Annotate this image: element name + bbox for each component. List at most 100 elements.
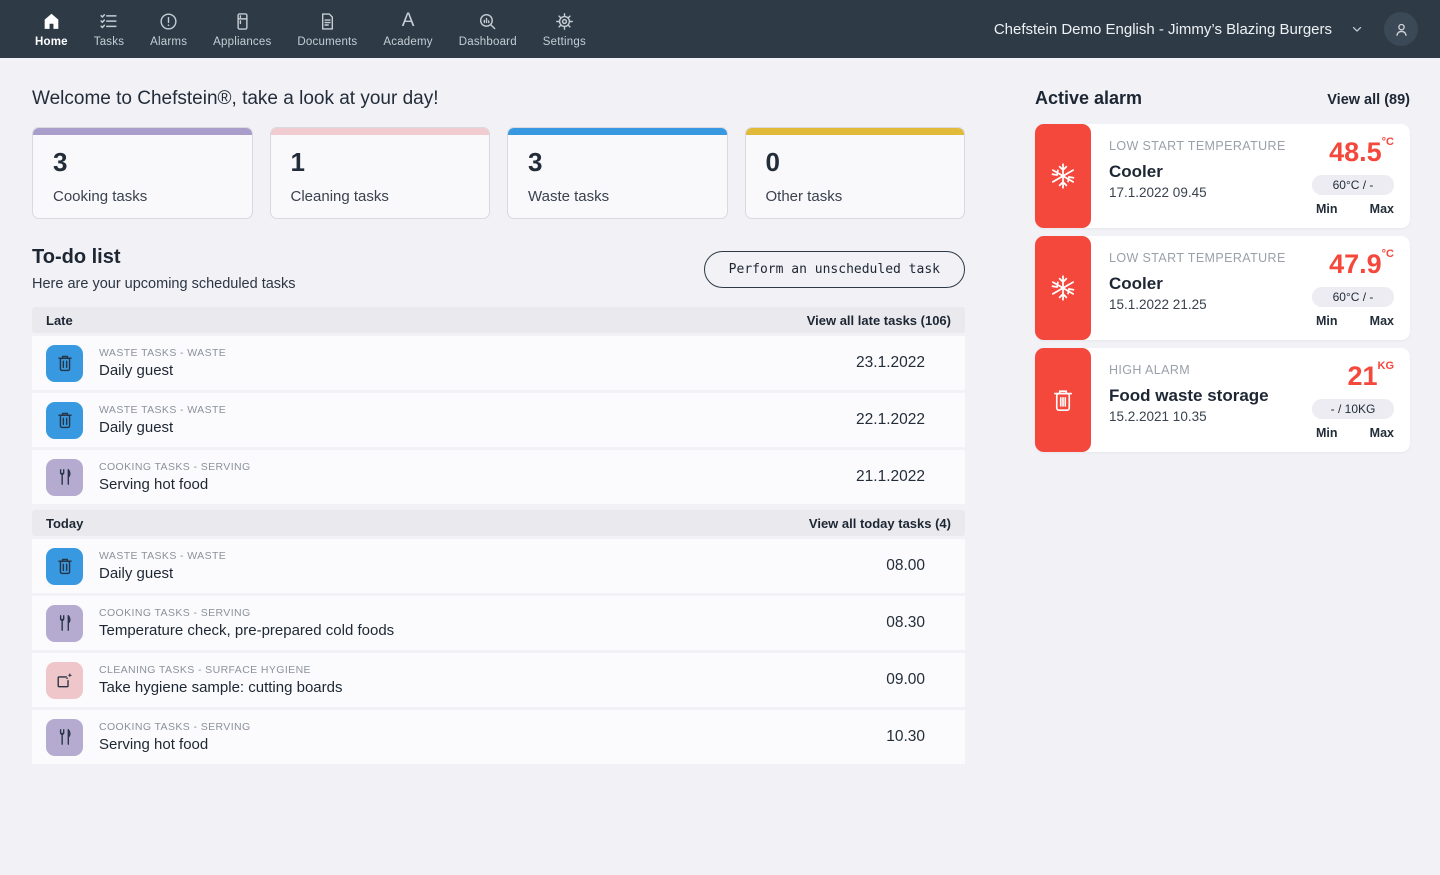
min-label: Min xyxy=(1316,426,1338,440)
nav-item-alarms[interactable]: Alarms xyxy=(137,5,200,53)
welcome-heading: Welcome to Chefstein®, take a look at yo… xyxy=(32,88,965,110)
task-category: COOKING TASKS - SERVING xyxy=(99,607,394,619)
alarm-value-unit: °C xyxy=(1382,248,1394,260)
alarm-type: LOW START TEMPERATURE xyxy=(1109,251,1298,265)
stat-card-waste[interactable]: 3 Waste tasks xyxy=(507,127,728,219)
task-time: 09.00 xyxy=(886,671,951,689)
task-row[interactable]: COOKING TASKS - SERVING Temperature chec… xyxy=(32,596,965,650)
alarm-body: LOW START TEMPERATURE Cooler 15.1.2022 2… xyxy=(1091,236,1410,340)
alarm-appliance-name: Cooler xyxy=(1109,274,1298,294)
task-category: WASTE TASKS - WASTE xyxy=(99,550,226,562)
view-all-alarms-link[interactable]: View all (89) xyxy=(1327,92,1410,108)
snowflake-icon xyxy=(1035,124,1091,228)
nav-items: Home Tasks Alarms xyxy=(22,5,599,53)
view-all-today-tasks-link[interactable]: View all today tasks (4) xyxy=(809,516,951,531)
cleaning-sparkle-icon xyxy=(46,662,83,699)
task-row[interactable]: WASTE TASKS - WASTE Daily guest 22.1.202… xyxy=(32,393,965,447)
task-category: COOKING TASKS - SERVING xyxy=(99,721,251,733)
task-info: COOKING TASKS - SERVING Serving hot food xyxy=(99,721,251,753)
alarm-limits: 60°C / - xyxy=(1312,175,1394,195)
stat-card-cleaning[interactable]: 1 Cleaning tasks xyxy=(270,127,491,219)
person-icon xyxy=(1392,20,1411,39)
task-title: Serving hot food xyxy=(99,736,251,753)
task-category: WASTE TASKS - WASTE xyxy=(99,347,226,359)
task-info: COOKING TASKS - SERVING Temperature chec… xyxy=(99,607,394,639)
alarm-value-unit: KG xyxy=(1378,360,1395,372)
task-row[interactable]: CLEANING TASKS - SURFACE HYGIENE Take hy… xyxy=(32,653,965,707)
nav-label: Documents xyxy=(297,36,357,48)
min-label: Min xyxy=(1316,202,1338,216)
alarm-value-number: 21 xyxy=(1347,361,1377,391)
alarm-card[interactable]: HIGH ALARM Food waste storage 15.2.2021 … xyxy=(1035,348,1410,452)
alarm-reading: 21KG - / 10KG Min Max xyxy=(1298,363,1394,452)
nav-label: Settings xyxy=(543,36,586,48)
alarm-datetime: 15.2.2021 10.35 xyxy=(1109,409,1298,424)
todo-title: To-do list xyxy=(32,246,296,269)
task-date: 23.1.2022 xyxy=(856,354,951,372)
min-label: Min xyxy=(1316,314,1338,328)
nav-item-academy[interactable]: A Academy xyxy=(370,5,445,53)
max-label: Max xyxy=(1370,426,1394,440)
stat-card-cooking[interactable]: 3 Cooking tasks xyxy=(32,127,253,219)
alarm-body: HIGH ALARM Food waste storage 15.2.2021 … xyxy=(1091,348,1410,452)
alarm-card[interactable]: LOW START TEMPERATURE Cooler 15.1.2022 2… xyxy=(1035,236,1410,340)
todo-titles: To-do list Here are your upcoming schedu… xyxy=(32,246,296,292)
left-column: Welcome to Chefstein®, take a look at yo… xyxy=(32,58,965,764)
nav-item-home[interactable]: Home xyxy=(22,5,81,53)
alarm-value-unit: °C xyxy=(1382,136,1394,148)
nav-item-documents[interactable]: Documents xyxy=(284,5,370,53)
section-band-today: Today View all today tasks (4) xyxy=(32,510,965,536)
alarm-details: HIGH ALARM Food waste storage 15.2.2021 … xyxy=(1109,363,1298,452)
alarm-appliance-name: Food waste storage xyxy=(1109,386,1298,406)
alarm-details: LOW START TEMPERATURE Cooler 15.1.2022 2… xyxy=(1109,251,1298,340)
stat-accent-bar xyxy=(508,128,727,135)
task-title: Daily guest xyxy=(99,419,226,436)
task-title: Daily guest xyxy=(99,362,226,379)
alarm-reading: 47.9°C 60°C / - Min Max xyxy=(1298,251,1394,340)
stat-card-other[interactable]: 0 Other tasks xyxy=(745,127,966,219)
stat-count: 3 xyxy=(53,149,252,175)
todo-header: To-do list Here are your upcoming schedu… xyxy=(32,246,965,292)
alarm-minmax-labels: Min Max xyxy=(1316,426,1394,440)
alarm-details: LOW START TEMPERATURE Cooler 17.1.2022 0… xyxy=(1109,139,1298,228)
task-time: 08.00 xyxy=(886,557,951,575)
fork-knife-icon xyxy=(46,459,83,496)
todo-subtitle: Here are your upcoming scheduled tasks xyxy=(32,276,296,292)
trash-icon xyxy=(46,345,83,382)
alarm-body: LOW START TEMPERATURE Cooler 17.1.2022 0… xyxy=(1091,124,1410,228)
nav-item-appliances[interactable]: Appliances xyxy=(200,5,284,53)
stat-count: 0 xyxy=(766,149,965,175)
task-row[interactable]: COOKING TASKS - SERVING Serving hot food… xyxy=(32,450,965,504)
user-avatar[interactable] xyxy=(1384,12,1418,46)
task-info: CLEANING TASKS - SURFACE HYGIENE Take hy… xyxy=(99,664,342,696)
task-category: CLEANING TASKS - SURFACE HYGIENE xyxy=(99,664,342,676)
perform-unscheduled-task-button[interactable]: Perform an unscheduled task xyxy=(704,251,965,288)
chevron-down-icon[interactable] xyxy=(1350,22,1364,36)
alarm-value: 47.9°C xyxy=(1329,251,1394,278)
task-info: WASTE TASKS - WASTE Daily guest xyxy=(99,347,226,379)
stat-label: Cleaning tasks xyxy=(291,188,490,205)
alarm-datetime: 15.1.2022 21.25 xyxy=(1109,297,1298,312)
alarm-card[interactable]: LOW START TEMPERATURE Cooler 17.1.2022 0… xyxy=(1035,124,1410,228)
nav-item-settings[interactable]: Settings xyxy=(530,5,599,53)
task-time: 08.30 xyxy=(886,614,951,632)
account-name[interactable]: Chefstein Demo English - Jimmy’s Blazing… xyxy=(994,21,1332,38)
nav-item-tasks[interactable]: Tasks xyxy=(81,5,137,53)
max-label: Max xyxy=(1370,314,1394,328)
nav-label: Appliances xyxy=(213,36,271,48)
trash-icon xyxy=(1035,348,1091,452)
nav-item-dashboard[interactable]: Dashboard xyxy=(446,5,530,53)
fork-knife-icon xyxy=(46,605,83,642)
alarm-minmax-labels: Min Max xyxy=(1316,202,1394,216)
task-date: 21.1.2022 xyxy=(856,468,951,486)
task-category: COOKING TASKS - SERVING xyxy=(99,461,251,473)
stat-count: 3 xyxy=(528,149,727,175)
alarm-value: 21KG xyxy=(1347,363,1394,390)
task-row[interactable]: COOKING TASKS - SERVING Serving hot food… xyxy=(32,710,965,764)
task-info: WASTE TASKS - WASTE Daily guest xyxy=(99,404,226,436)
trash-icon xyxy=(46,402,83,439)
view-all-late-tasks-link[interactable]: View all late tasks (106) xyxy=(807,313,951,328)
task-date: 22.1.2022 xyxy=(856,411,951,429)
task-row[interactable]: WASTE TASKS - WASTE Daily guest 08.00 xyxy=(32,539,965,593)
task-row[interactable]: WASTE TASKS - WASTE Daily guest 23.1.202… xyxy=(32,336,965,390)
